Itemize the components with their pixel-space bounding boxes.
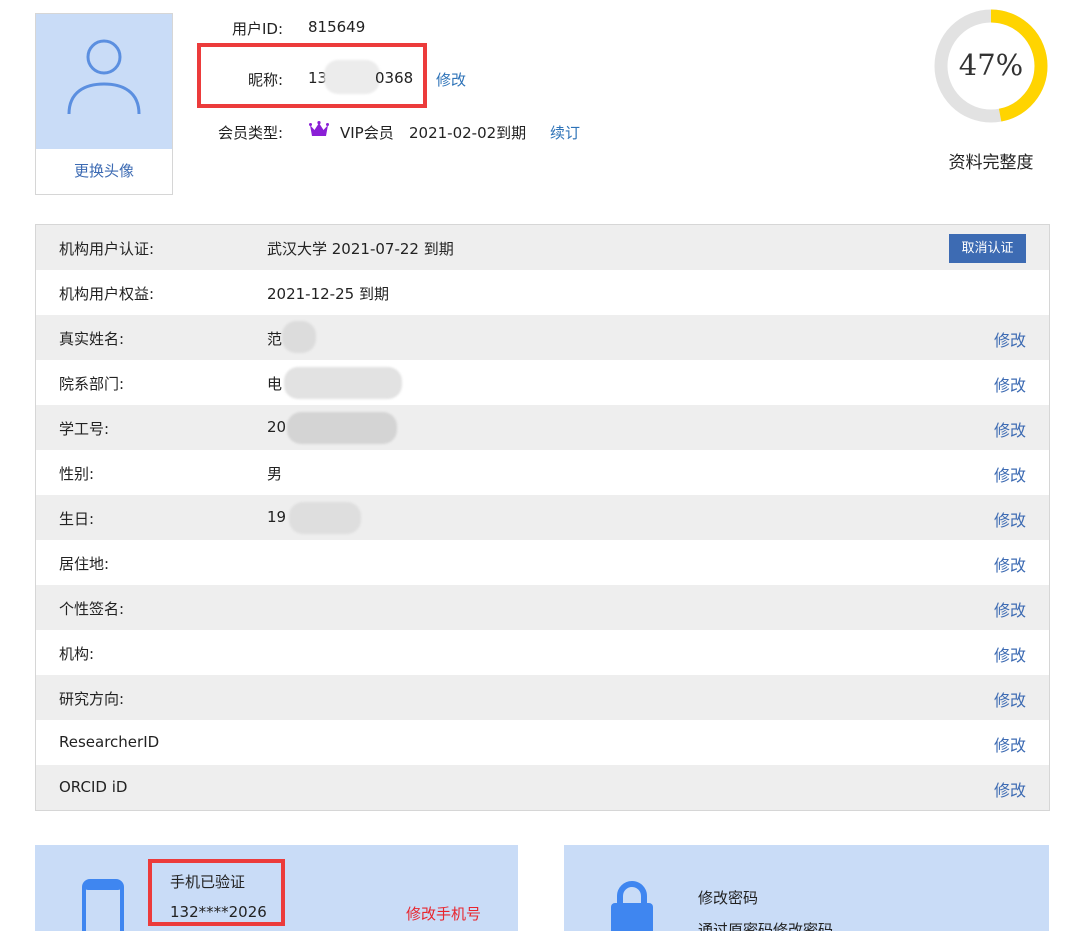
edit-link[interactable]: 修改 [994, 777, 1026, 801]
edit-link[interactable]: 修改 [994, 642, 1026, 666]
table-row: 研究方向: 修改 [36, 675, 1049, 720]
row-label: 机构: [59, 645, 95, 663]
table-row: 机构用户权益: 2021-12-25 到期 [36, 270, 1049, 315]
crown-icon [309, 121, 329, 143]
table-row: 机构用户认证: 武汉大学 2021-07-22 到期 取消认证 [36, 225, 1049, 270]
cancel-auth-button[interactable]: 取消认证 [949, 234, 1026, 263]
renew-link[interactable]: 续订 [550, 122, 580, 143]
edit-link[interactable]: 修改 [994, 732, 1026, 756]
row-label: ResearcherID [59, 733, 160, 751]
redaction [287, 412, 397, 444]
avatar-panel: 更换头像 [35, 13, 173, 195]
table-row: 学工号: 20 修改 [36, 405, 1049, 450]
table-row: 生日: 19 修改 [36, 495, 1049, 540]
row-label: 生日: [59, 510, 95, 528]
table-row: 居住地: 修改 [36, 540, 1049, 585]
row-label: 机构用户权益: [59, 285, 155, 303]
edit-link[interactable]: 修改 [994, 462, 1026, 486]
row-value: 武汉大学 2021-07-22 到期 [267, 240, 454, 258]
row-label: ORCID iD [59, 778, 128, 796]
edit-link[interactable]: 修改 [994, 417, 1026, 441]
password-card: 修改密码 通过原密码修改密码 [564, 845, 1049, 931]
completeness-percent: 47% [958, 48, 1024, 82]
edit-link[interactable]: 修改 [994, 507, 1026, 531]
table-row: ResearcherID 修改 [36, 720, 1049, 765]
edit-link[interactable]: 修改 [994, 687, 1026, 711]
row-label: 学工号: [59, 420, 110, 438]
edit-link[interactable]: 修改 [994, 372, 1026, 396]
completeness-label: 资料完整度 [948, 153, 1034, 173]
table-row: ORCID iD 修改 [36, 765, 1049, 810]
table-row: 院系部门: 电 修改 [36, 360, 1049, 405]
lock-icon [608, 881, 656, 931]
user-id-value: 815649 [308, 18, 366, 36]
row-value: 20 [267, 418, 287, 436]
change-phone-link[interactable]: 修改手机号 [406, 903, 481, 924]
edit-link[interactable]: 修改 [994, 597, 1026, 621]
highlight-box [148, 859, 285, 926]
redaction [284, 367, 402, 399]
table-row: 真实姓名: 范 修改 [36, 315, 1049, 360]
member-expiry: 2021-02-02到期 [409, 124, 527, 142]
change-password-link[interactable]: 修改密码 [698, 887, 758, 908]
nickname-edit-link[interactable]: 修改 [436, 69, 466, 90]
redaction [289, 502, 361, 534]
row-label: 真实姓名: [59, 330, 125, 348]
table-row: 个性签名: 修改 [36, 585, 1049, 630]
row-value: 范 [267, 330, 283, 348]
row-label: 机构用户认证: [59, 240, 155, 258]
avatar [36, 14, 172, 149]
row-label: 性别: [59, 465, 95, 483]
row-value: 电 [267, 375, 283, 393]
phone-icon [82, 879, 124, 931]
row-value: 2021-12-25 到期 [267, 285, 389, 303]
table-row: 性别: 男 修改 [36, 450, 1049, 495]
member-type-label: 会员类型: [217, 124, 283, 142]
table-row: 机构: 修改 [36, 630, 1049, 675]
row-value: 男 [267, 465, 283, 483]
row-label: 院系部门: [59, 375, 125, 393]
member-type-value: VIP会员 [340, 124, 394, 142]
password-desc: 通过原密码修改密码 [698, 921, 834, 931]
row-label: 居住地: [59, 555, 110, 573]
edit-link[interactable]: 修改 [994, 552, 1026, 576]
edit-link[interactable]: 修改 [994, 327, 1026, 351]
change-avatar-link[interactable]: 更换头像 [36, 160, 172, 181]
user-id-label: 用户ID: [231, 20, 283, 38]
profile-info-table: 机构用户认证: 武汉大学 2021-07-22 到期 取消认证 机构用户权益: … [35, 224, 1050, 811]
row-value: 19 [267, 508, 287, 526]
highlight-box [197, 43, 427, 108]
user-icon [67, 39, 141, 115]
redaction [282, 321, 316, 353]
row-label: 研究方向: [59, 690, 125, 708]
row-label: 个性签名: [59, 600, 125, 618]
